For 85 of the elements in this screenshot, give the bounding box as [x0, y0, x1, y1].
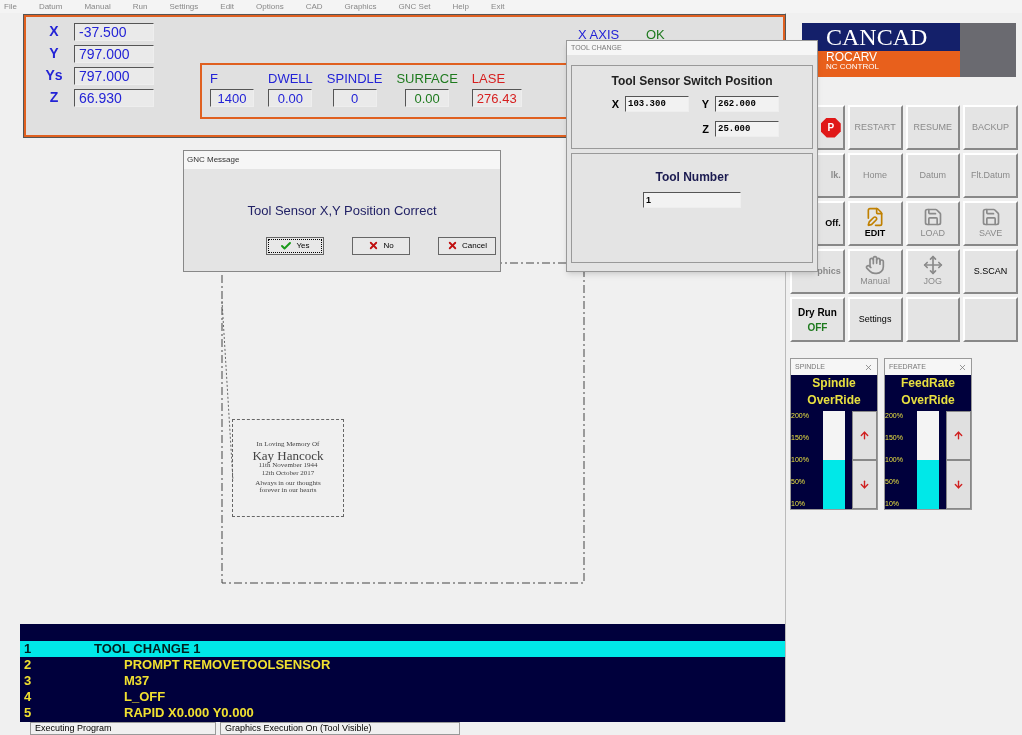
- up-arrow-icon: [953, 430, 964, 441]
- dialog-button[interactable]: Yes: [266, 236, 324, 255]
- coordinate-input[interactable]: 25.000: [715, 120, 779, 137]
- axis-value-field: -37.500: [74, 22, 154, 41]
- parameter-value-field: 0.00: [405, 88, 450, 107]
- edit-document-icon: [865, 206, 886, 227]
- parameter-label: SURFACE: [396, 70, 458, 88]
- code-line[interactable]: 5 RAPID X0.000 Y0.000: [20, 705, 785, 721]
- axis-value-field: 797.000: [74, 44, 154, 63]
- axis-status-label: X AXIS: [578, 26, 620, 44]
- override-heading: FeedRate: [900, 375, 956, 392]
- coordinate-input[interactable]: 262.000: [715, 96, 779, 113]
- menu-item[interactable]: Run: [132, 0, 148, 13]
- disk-document-icon: [980, 206, 1001, 227]
- dialog-button[interactable]: Cancel: [438, 236, 496, 255]
- up-arrow-icon: [859, 430, 870, 441]
- arrows-icon: [922, 254, 943, 275]
- code-line[interactable]: 4 L_OFF: [20, 689, 785, 705]
- cross-icon: [447, 240, 459, 251]
- code-line[interactable]: 2 PROMPT REMOVETOOLSENSOR: [20, 657, 785, 673]
- menu-item[interactable]: Manual: [84, 0, 111, 13]
- cross-icon: [368, 240, 380, 251]
- down-arrow-icon: [859, 479, 870, 490]
- axis-status-value: OK: [646, 26, 665, 44]
- message-text: Tool Sensor X,Y Position Correct: [246, 202, 438, 220]
- coordinate-input[interactable]: 103.300: [625, 96, 689, 113]
- axis-value-field: 797.000: [74, 66, 154, 85]
- tool-number-input[interactable]: 1: [643, 192, 741, 208]
- status-text: Executing Program: [30, 722, 216, 735]
- parameter-label: SPINDLE: [326, 70, 383, 88]
- close-icon[interactable]: [958, 362, 967, 372]
- empty-button[interactable]: [905, 297, 961, 342]
- disk-document-icon: [922, 206, 943, 227]
- field-label: Z: [701, 121, 709, 137]
- menu-item[interactable]: Exit: [491, 0, 505, 13]
- window-title: GNC Message: [184, 151, 500, 169]
- increase-button[interactable]: [852, 411, 877, 460]
- status-text: Graphics Execution On (Tool Visible): [220, 722, 460, 735]
- menu-item[interactable]: Options: [256, 0, 284, 13]
- menu-item[interactable]: Help: [452, 0, 470, 13]
- empty-button[interactable]: [963, 297, 1018, 342]
- close-icon[interactable]: [864, 362, 873, 372]
- parameter-label: LASE: [471, 70, 506, 88]
- menu-item[interactable]: CAD: [305, 0, 323, 13]
- hand-icon: [865, 254, 886, 275]
- machine-photo-placeholder: [960, 23, 1016, 77]
- axis-label: X: [48, 22, 60, 41]
- parameter-value-field: 0.00: [268, 88, 313, 107]
- decrease-button[interactable]: [852, 460, 877, 509]
- axis-value-field: 66.930: [74, 88, 154, 107]
- override-heading: Spindle: [811, 375, 857, 392]
- dry-run-button[interactable]: Dry Run OFF: [790, 297, 845, 342]
- decrease-button[interactable]: [946, 460, 971, 509]
- parameter-label: DWELL: [268, 70, 313, 88]
- menu-item[interactable]: GNC Set: [398, 0, 431, 13]
- menu-item[interactable]: Datum: [38, 0, 63, 13]
- axis-label: Ys: [44, 66, 64, 85]
- parameter-value-field: 0: [332, 88, 377, 107]
- code-line[interactable]: 3 M37: [20, 673, 785, 689]
- axis-label: Z: [48, 88, 60, 107]
- field-label: X: [610, 97, 619, 112]
- check-icon: [280, 239, 293, 252]
- menu-item[interactable]: File: [4, 0, 17, 13]
- parameter-value-field: 276.43: [471, 88, 522, 107]
- override-heading: OverRide: [900, 392, 956, 409]
- dialog-button[interactable]: No: [352, 236, 410, 255]
- engraving-text: Kay Hancock: [252, 448, 324, 463]
- group-heading: Tool Sensor Switch Position: [611, 73, 773, 90]
- override-heading: OverRide: [806, 392, 862, 409]
- field-label: Y: [700, 97, 709, 112]
- logo-title: CANCAD: [826, 23, 928, 52]
- parameter-label: F: [210, 70, 218, 88]
- parameter-value-field: 1400: [210, 88, 254, 107]
- axis-label: Y: [48, 44, 60, 63]
- increase-button[interactable]: [946, 411, 971, 460]
- toolbar-button[interactable]: Settings: [847, 297, 903, 342]
- logo-tagline: NC CONTROL: [826, 63, 880, 71]
- menu-item[interactable]: Settings: [169, 0, 199, 13]
- down-arrow-icon: [953, 479, 964, 490]
- menu-item[interactable]: Graphics: [344, 0, 377, 13]
- menu-item[interactable]: Edit: [220, 0, 235, 13]
- logo-subtitle: ROCARV: [826, 51, 879, 63]
- toolbar-button[interactable]: S.SCAN: [963, 249, 1018, 294]
- toolbar-button[interactable]: EDIT: [847, 201, 903, 246]
- group-heading: Tool Number: [655, 169, 729, 186]
